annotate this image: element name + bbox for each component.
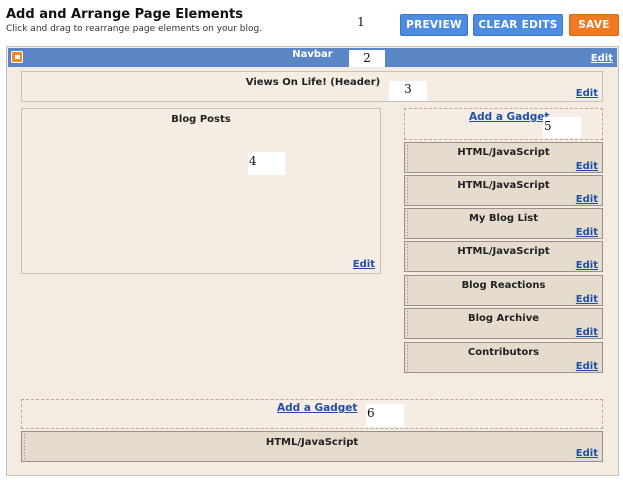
preview-button[interactable]: PREVIEW bbox=[400, 14, 468, 36]
footer-add-gadget-link[interactable]: Add a Gadget bbox=[277, 402, 357, 414]
sidebar-gadget-html-javascript-1[interactable]: HTML/JavaScript Edit bbox=[404, 142, 603, 173]
navbar-label: Navbar bbox=[292, 49, 333, 60]
annotation-marker-4: 4 bbox=[248, 152, 285, 175]
sidebar-gadget-contributors[interactable]: Contributors Edit bbox=[404, 342, 603, 373]
header-section-title: Views On Life! (Header) bbox=[245, 77, 381, 88]
clear-edits-button[interactable]: CLEAR EDITS bbox=[473, 14, 563, 36]
gadget-title: HTML/JavaScript bbox=[457, 147, 550, 158]
gadget-title: Contributors bbox=[467, 347, 540, 358]
gadget-title: Blog Reactions bbox=[461, 280, 546, 291]
sidebar-add-gadget-link[interactable]: Add a Gadget bbox=[469, 111, 549, 123]
gadget-edit-link[interactable]: Edit bbox=[576, 361, 598, 372]
gadget-edit-link[interactable]: Edit bbox=[576, 327, 598, 338]
gadget-title: HTML/JavaScript bbox=[457, 246, 550, 257]
annotation-marker-3: 3 bbox=[389, 81, 427, 101]
navbar-section[interactable]: Navbar Edit bbox=[8, 48, 617, 67]
footer-add-gadget-area: Add a Gadget bbox=[21, 399, 603, 429]
sidebar-gadget-html-javascript-2[interactable]: HTML/JavaScript Edit bbox=[404, 175, 603, 206]
gadget-title: My Blog List bbox=[468, 213, 539, 224]
sidebar-gadget-my-blog-list[interactable]: My Blog List Edit bbox=[404, 208, 603, 239]
blog-posts-edit-link[interactable]: Edit bbox=[353, 259, 375, 270]
blog-posts-title: Blog Posts bbox=[171, 114, 231, 125]
header-section-edit-link[interactable]: Edit bbox=[576, 88, 598, 99]
gadget-edit-link[interactable]: Edit bbox=[576, 227, 598, 238]
page-subtitle: Click and drag to rearrange page element… bbox=[6, 24, 263, 34]
gadget-edit-link[interactable]: Edit bbox=[576, 448, 598, 459]
annotation-marker-2: 2 bbox=[349, 50, 385, 67]
navbar-edit-link[interactable]: Edit bbox=[591, 53, 613, 64]
page-title: Add and Arrange Page Elements bbox=[6, 7, 243, 22]
blog-posts-section[interactable]: Blog Posts Edit bbox=[21, 108, 381, 274]
footer-gadget-html-javascript[interactable]: HTML/JavaScript Edit bbox=[21, 431, 603, 462]
gadget-edit-link[interactable]: Edit bbox=[576, 294, 598, 305]
gadget-title: HTML/JavaScript bbox=[457, 180, 550, 191]
sidebar-gadget-blog-reactions[interactable]: Blog Reactions Edit bbox=[404, 275, 603, 306]
sidebar-gadget-blog-archive[interactable]: Blog Archive Edit bbox=[404, 308, 603, 339]
gadget-edit-link[interactable]: Edit bbox=[576, 161, 598, 172]
annotation-marker-6: 6 bbox=[366, 404, 404, 427]
annotation-marker-5: 5 bbox=[543, 117, 581, 138]
gadget-edit-link[interactable]: Edit bbox=[576, 260, 598, 271]
sidebar-gadget-html-javascript-3[interactable]: HTML/JavaScript Edit bbox=[404, 241, 603, 272]
gadget-title: HTML/JavaScript bbox=[265, 437, 359, 448]
gadget-edit-link[interactable]: Edit bbox=[576, 194, 598, 205]
save-button[interactable]: SAVE bbox=[569, 14, 619, 36]
gadget-title: Blog Archive bbox=[467, 313, 539, 324]
header-section[interactable]: Views On Life! (Header) Edit bbox=[21, 71, 603, 102]
annotation-marker-1: 1 bbox=[352, 14, 370, 30]
